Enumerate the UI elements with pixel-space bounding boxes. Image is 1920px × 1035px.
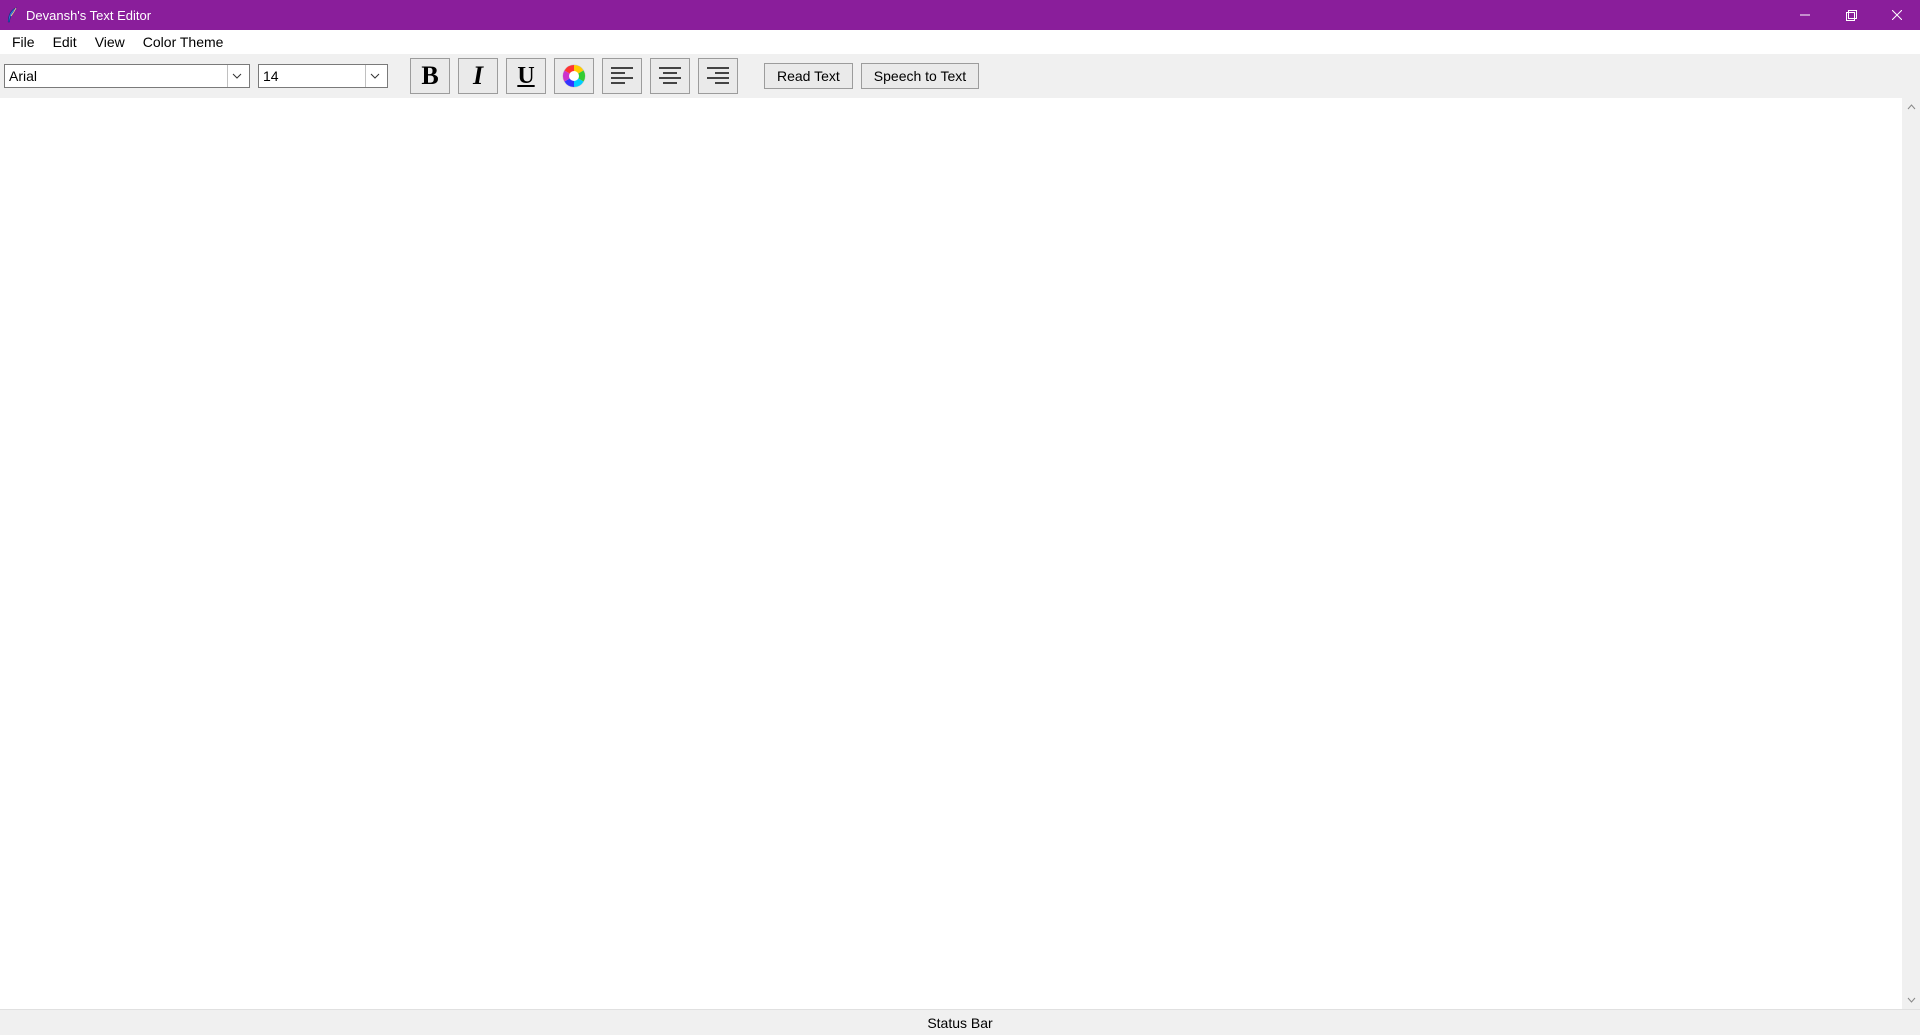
read-text-button[interactable]: Read Text <box>764 63 853 89</box>
editor-area <box>0 98 1920 1009</box>
menu-color-theme[interactable]: Color Theme <box>135 32 232 52</box>
chevron-down-icon <box>365 65 383 87</box>
close-button[interactable] <box>1874 0 1920 30</box>
align-left-icon <box>609 65 635 87</box>
vertical-scrollbar[interactable] <box>1902 98 1920 1009</box>
toolbar: Arial 14 B I U <box>0 54 1920 98</box>
bold-button[interactable]: B <box>410 58 450 94</box>
maximize-button[interactable] <box>1828 0 1874 30</box>
align-right-button[interactable] <box>698 58 738 94</box>
align-center-button[interactable] <box>650 58 690 94</box>
font-size-combobox[interactable]: 14 <box>258 64 388 88</box>
align-center-icon <box>657 65 683 87</box>
app-icon <box>6 6 20 24</box>
status-bar: Status Bar <box>0 1009 1920 1035</box>
menu-edit[interactable]: Edit <box>45 32 85 52</box>
italic-icon: I <box>473 61 483 91</box>
underline-button[interactable]: U <box>506 58 546 94</box>
scroll-up-arrow-icon[interactable] <box>1902 98 1920 116</box>
underline-icon: U <box>517 63 534 90</box>
title-bar: Devansh's Text Editor <box>0 0 1920 30</box>
color-wheel-icon <box>561 63 587 89</box>
chevron-down-icon <box>227 65 245 87</box>
bold-icon: B <box>421 61 438 91</box>
font-family-combobox[interactable]: Arial <box>4 64 250 88</box>
align-left-button[interactable] <box>602 58 642 94</box>
status-text: Status Bar <box>927 1015 992 1031</box>
scroll-down-arrow-icon[interactable] <box>1902 991 1920 1009</box>
text-editor-input[interactable] <box>0 98 1902 1009</box>
font-color-button[interactable] <box>554 58 594 94</box>
font-family-value: Arial <box>9 68 227 84</box>
menu-bar: File Edit View Color Theme <box>0 30 1920 54</box>
minimize-button[interactable] <box>1782 0 1828 30</box>
align-right-icon <box>705 65 731 87</box>
menu-file[interactable]: File <box>4 32 43 52</box>
speech-to-text-button[interactable]: Speech to Text <box>861 63 979 89</box>
italic-button[interactable]: I <box>458 58 498 94</box>
window-title: Devansh's Text Editor <box>26 8 151 23</box>
menu-view[interactable]: View <box>87 32 133 52</box>
font-size-value: 14 <box>263 68 365 84</box>
